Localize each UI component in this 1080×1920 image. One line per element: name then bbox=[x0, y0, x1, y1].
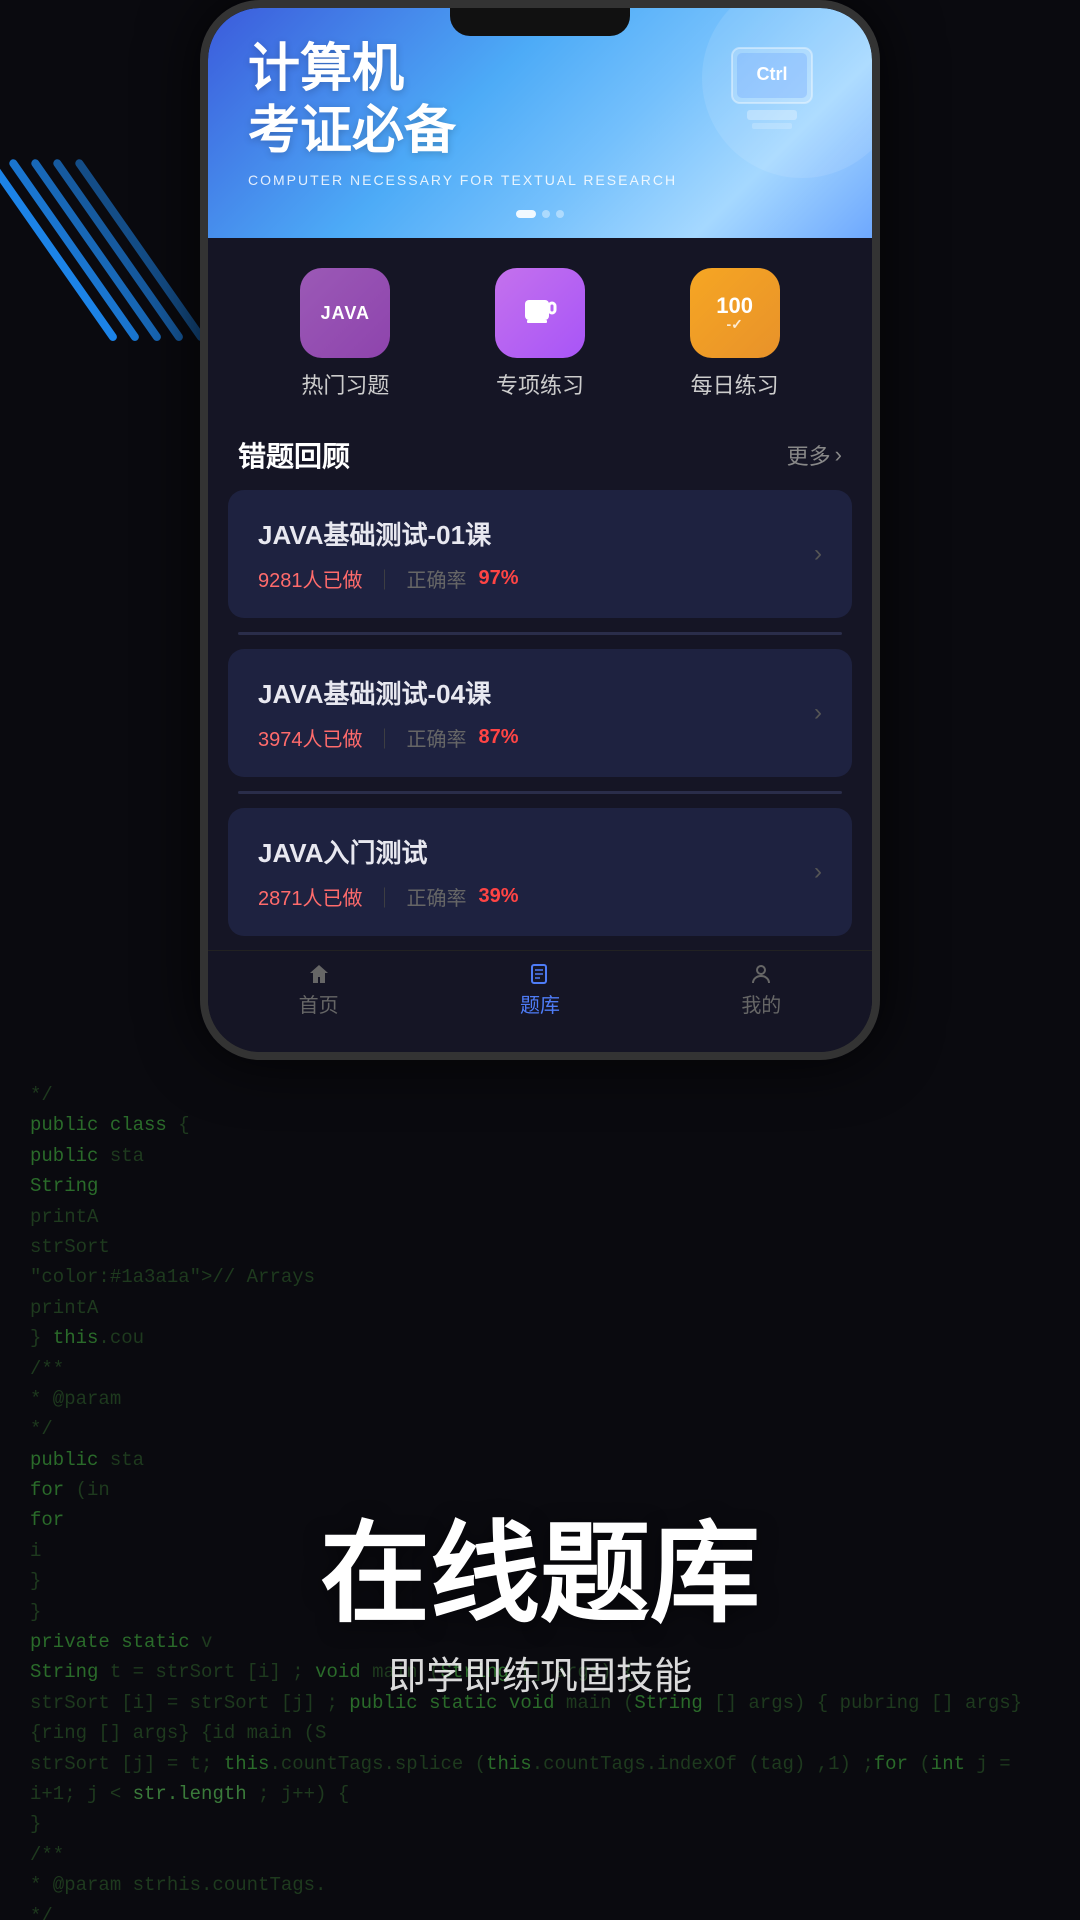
hero-banner: 计算机 考证必备 COMPUTER NECESSARY FOR TEXTUAL … bbox=[208, 8, 872, 238]
coffee-icon-box bbox=[495, 268, 585, 358]
rate-label-1: 正确率 bbox=[407, 564, 467, 593]
code-background-bottom: */public class { public sta String print… bbox=[0, 1060, 1080, 1920]
tab-questions[interactable]: 题库 bbox=[429, 963, 650, 1018]
dot-1 bbox=[516, 210, 536, 218]
person-icon bbox=[750, 963, 772, 985]
course-title-2: JAVA基础测试-04课 bbox=[258, 674, 519, 711]
hero-decoration: Ctrl bbox=[702, 28, 842, 168]
hero-subtitle: COMPUTER NECESSARY FOR TEXTUAL RESEARCH bbox=[248, 172, 677, 188]
phone-notch bbox=[450, 8, 630, 36]
rate-label-3: 正确率 bbox=[407, 882, 467, 911]
daily-inner: 100 -✓ bbox=[716, 295, 753, 331]
stat-divider-3: ｜ bbox=[375, 882, 395, 911]
book-icon bbox=[529, 963, 551, 985]
dot-3 bbox=[556, 210, 564, 218]
course-info-2: JAVA基础测试-04课 3974人已做 ｜ 正确率 87% bbox=[258, 674, 519, 752]
phone-frame: 计算机 考证必备 COMPUTER NECESSARY FOR TEXTUAL … bbox=[200, 0, 880, 1060]
home-icon bbox=[308, 963, 330, 985]
card-arrow-3: › bbox=[814, 858, 822, 886]
course-stats-2: 3974人已做 ｜ 正确率 87% bbox=[258, 723, 519, 752]
hero-dots bbox=[516, 210, 564, 218]
dot-2 bbox=[542, 210, 550, 218]
daily-label: 每日练习 bbox=[691, 368, 779, 400]
hero-title: 计算机 考证必备 bbox=[248, 38, 456, 163]
phone-screen: 计算机 考证必备 COMPUTER NECESSARY FOR TEXTUAL … bbox=[208, 8, 872, 1052]
course-title-1: JAVA基础测试-01课 bbox=[258, 515, 519, 552]
rate-value-1: 97% bbox=[479, 567, 519, 590]
tab-bar: 首页 题库 我的 bbox=[208, 950, 872, 1026]
tab-mine[interactable]: 我的 bbox=[651, 963, 872, 1018]
more-button[interactable]: 更多 › bbox=[787, 439, 842, 471]
course-title-3: JAVA入门测试 bbox=[258, 833, 519, 870]
card-arrow-2: › bbox=[814, 699, 822, 727]
icon-item-hot[interactable]: JAVA 热门习题 bbox=[300, 268, 390, 400]
course-info-1: JAVA基础测试-01课 9281人已做 ｜ 正确率 97% bbox=[258, 515, 519, 593]
section-header: 错题回顾 更多 › bbox=[228, 420, 852, 490]
stat-divider-2: ｜ bbox=[375, 723, 395, 752]
svg-text:Ctrl: Ctrl bbox=[757, 64, 788, 84]
course-info-3: JAVA入门测试 2871人已做 ｜ 正确率 39% bbox=[258, 833, 519, 911]
card-sep-2 bbox=[238, 791, 842, 794]
card-arrow-1: › bbox=[814, 540, 822, 568]
big-title: 在线题库 bbox=[0, 1520, 1080, 1630]
coffee-svg bbox=[517, 290, 563, 336]
stat-count-3: 2871人已做 bbox=[258, 882, 363, 911]
stat-count-1: 9281人已做 bbox=[258, 564, 363, 593]
special-label: 专项练习 bbox=[496, 368, 584, 400]
chevron-right-icon: › bbox=[835, 442, 842, 468]
course-stats-1: 9281人已做 ｜ 正确率 97% bbox=[258, 564, 519, 593]
hero-deco-svg: Ctrl bbox=[702, 28, 842, 168]
rate-label-2: 正确率 bbox=[407, 723, 467, 752]
java-label: JAVA bbox=[321, 303, 370, 324]
tab-home[interactable]: 首页 bbox=[208, 963, 429, 1018]
card-sep-1 bbox=[238, 632, 842, 635]
main-content: JAVA 热门习题 专项练习 bbox=[208, 238, 872, 936]
icon-grid: JAVA 热门习题 专项练习 bbox=[228, 238, 852, 420]
course-card-3[interactable]: JAVA入门测试 2871人已做 ｜ 正确率 39% › bbox=[228, 808, 852, 936]
hot-label: 热门习题 bbox=[301, 368, 389, 400]
rate-value-2: 87% bbox=[479, 726, 519, 749]
course-stats-3: 2871人已做 ｜ 正确率 39% bbox=[258, 882, 519, 911]
rate-value-3: 39% bbox=[479, 885, 519, 908]
course-card-1[interactable]: JAVA基础测试-01课 9281人已做 ｜ 正确率 97% › bbox=[228, 490, 852, 618]
java-icon-box: JAVA bbox=[300, 268, 390, 358]
stat-count-2: 3974人已做 bbox=[258, 723, 363, 752]
course-card-2[interactable]: JAVA基础测试-04课 3974人已做 ｜ 正确率 87% › bbox=[228, 649, 852, 777]
icon-item-daily[interactable]: 100 -✓ 每日练习 bbox=[690, 268, 780, 400]
section-title: 错题回顾 bbox=[238, 435, 350, 475]
icon-item-special[interactable]: 专项练习 bbox=[495, 268, 585, 400]
big-title-section: 在线题库 即学即练巩固技能 bbox=[0, 1520, 1080, 1700]
daily-icon-box: 100 -✓ bbox=[690, 268, 780, 358]
big-subtitle: 即学即练巩固技能 bbox=[0, 1645, 1080, 1700]
stat-divider-1: ｜ bbox=[375, 564, 395, 593]
